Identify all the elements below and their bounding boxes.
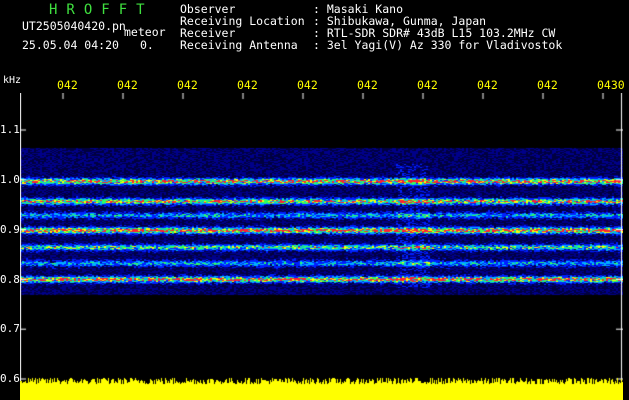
- spectrogram: [20, 93, 623, 381]
- x-tick: 042: [477, 78, 498, 92]
- x-tick: 042: [177, 78, 198, 92]
- x-tick: 042: [57, 78, 78, 92]
- x-tick: 042: [357, 78, 378, 92]
- meteor-label: meteor: [124, 25, 166, 39]
- spectrogram-canvas: [20, 93, 623, 381]
- y-tick: 1.1: [0, 123, 20, 136]
- x-tick: 042: [117, 78, 138, 92]
- program-title: HROFFT: [49, 2, 154, 18]
- x-tick: 042: [537, 78, 558, 92]
- y-tick: 0.8: [0, 273, 20, 286]
- file-name: UT2505040420.pn: [22, 19, 126, 33]
- signal-level-strip: [20, 376, 623, 400]
- x-tick: 042: [297, 78, 318, 92]
- y-tick: 0.7: [0, 322, 20, 335]
- x-tick: 042: [417, 78, 438, 92]
- meta-key: Receiving Antenna: [180, 38, 298, 52]
- meta-value: : 3el Yagi(V) Az 330 for Vladivostok: [313, 38, 563, 52]
- signal-level-canvas: [20, 376, 623, 400]
- meteor-count: 0.: [140, 38, 154, 52]
- y-axis-unit: kHz: [3, 75, 22, 86]
- meta-antenna: Receiving Antenna : 3el Yagi(V) Az 330 fo…: [180, 38, 563, 52]
- x-tick: 042: [237, 78, 258, 92]
- y-tick: 0.6: [0, 372, 20, 385]
- y-tick: 1.0: [0, 173, 20, 186]
- x-tick: 0430: [597, 78, 625, 92]
- y-tick: 0.9: [0, 223, 20, 236]
- date-time: 25.05.04 04:20: [22, 38, 119, 52]
